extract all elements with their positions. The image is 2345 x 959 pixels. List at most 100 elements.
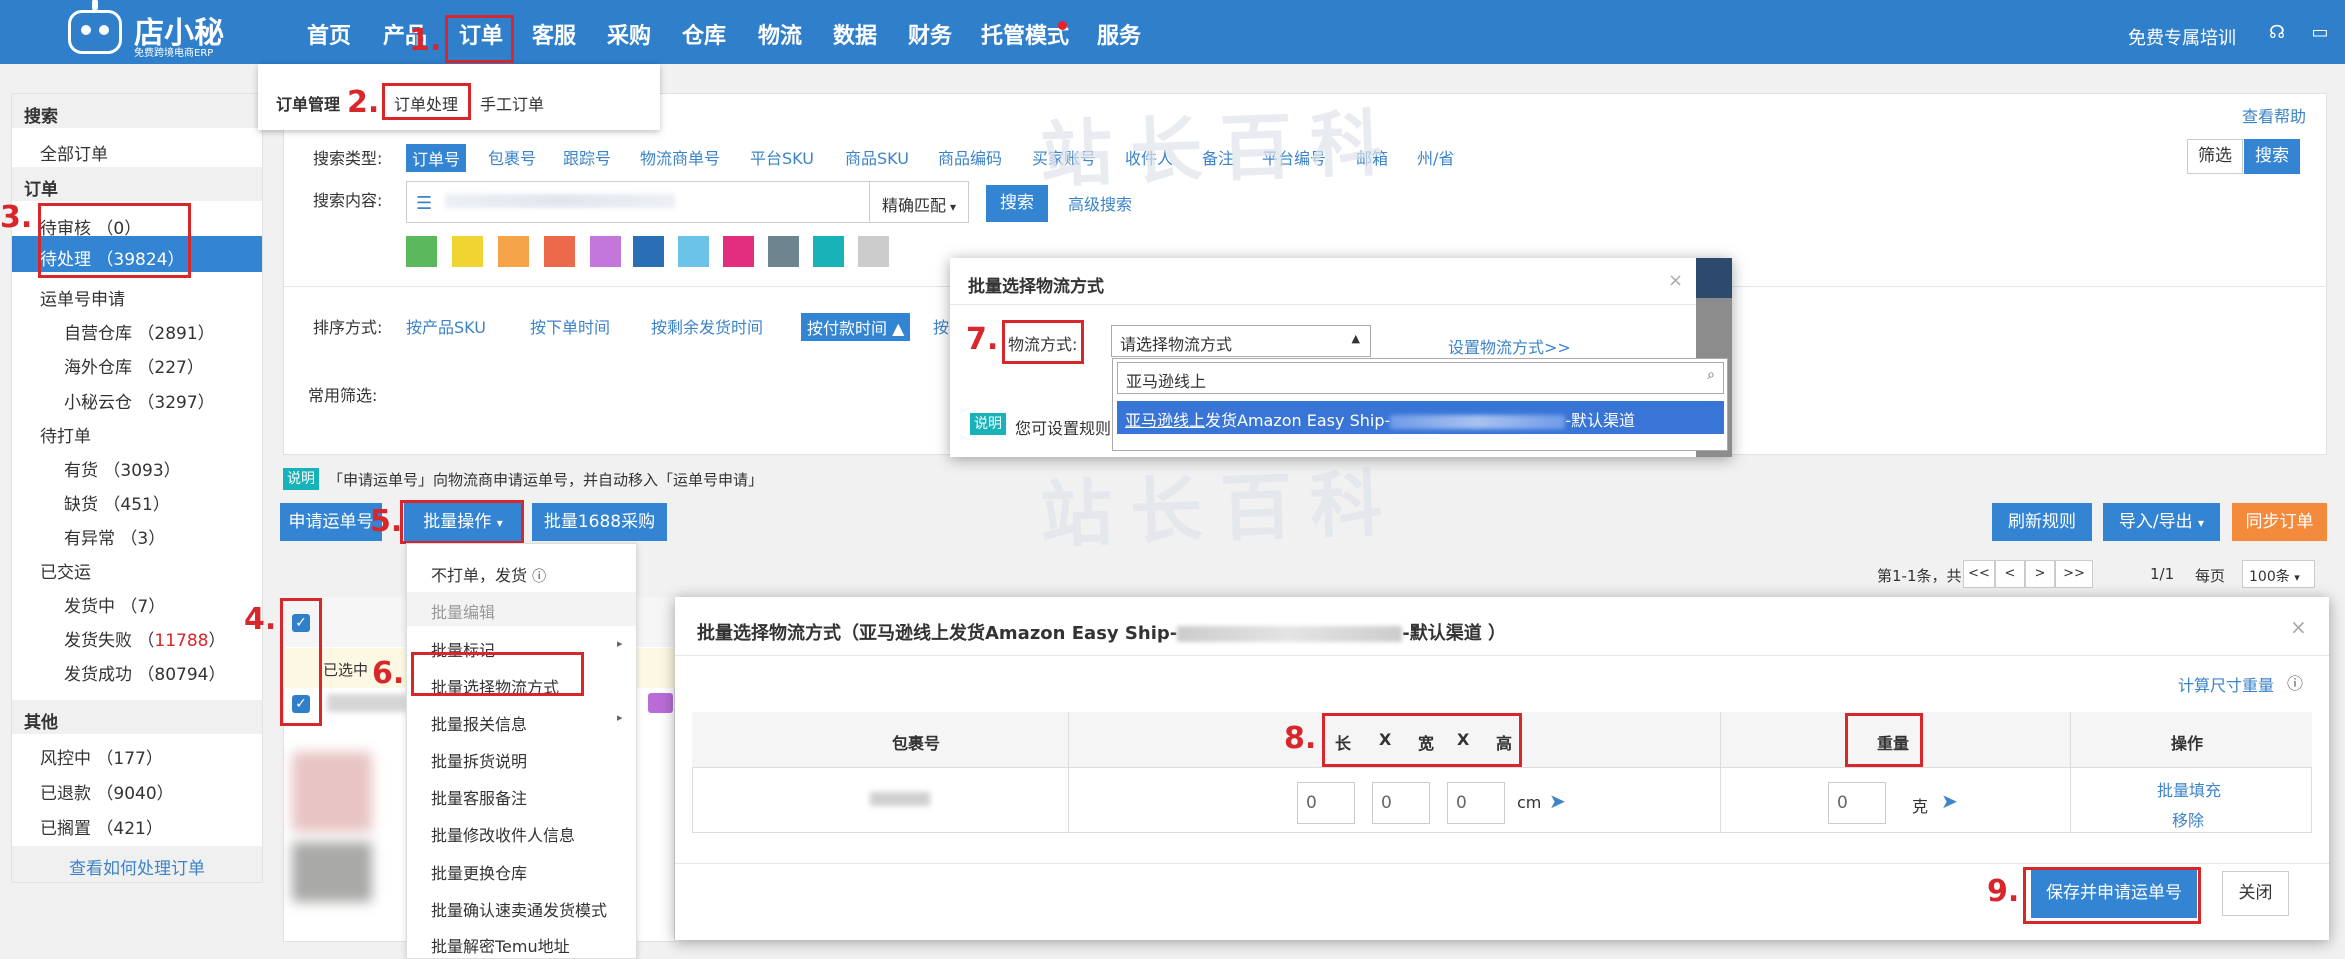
nav-services[interactable]: 服务 [1097,18,1141,50]
batch-1688-button[interactable]: 批量1688采购 [532,503,667,541]
search-type-order-no[interactable]: 订单号 [406,144,467,172]
menu-item-ship-no-print[interactable]: 不打单，发货 ⓘ [431,562,546,586]
sort-by-other[interactable]: 按 [933,314,949,338]
match-select[interactable]: 精确匹配 ▾ [869,181,969,223]
apply-tracking-button[interactable]: 申请运单号 [280,503,382,541]
menu-item-batch-aliexpress[interactable]: 批量确认速卖通发货模式 [431,897,607,921]
menu-item-batch-recipient[interactable]: 批量修改收件人信息 [431,822,575,846]
sort-by-remaining-time[interactable]: 按剩余发货时间 [651,314,763,338]
sidebar-item-to-print[interactable]: 待打单 [40,422,91,447]
calc-size-weight-link[interactable]: 计算尺寸重量 [2178,672,2274,696]
sort-by-pay-time[interactable]: 按付款时间 ▲ [801,313,911,341]
height-input[interactable]: 0 [1447,782,1505,824]
sidebar-item-shipped[interactable]: 已交运 [40,558,91,583]
menu-item-batch-split-note[interactable]: 批量拆货说明 [431,748,527,772]
sidebar-item-overseas-warehouse[interactable]: 海外仓库 （227） [64,353,204,378]
nav-purchase[interactable]: 采购 [607,18,651,50]
color-filter-light-blue[interactable] [678,236,709,267]
color-filter-purple[interactable] [590,236,621,267]
page-last-button[interactable]: >> [2055,560,2093,588]
sidebar-item-risk[interactable]: 风控中 （177） [40,744,163,769]
advanced-search-link[interactable]: 高级搜索 [1068,191,1132,215]
per-page-select[interactable]: 100条 ▾ [2242,560,2315,588]
sort-by-order-time[interactable]: 按下单时间 [530,314,610,338]
import-export-button[interactable]: 导入/导出 ▾ [2103,503,2220,541]
nav-home[interactable]: 首页 [307,18,351,50]
remove-link[interactable]: 移除 [2172,807,2204,831]
logistics-select[interactable]: 请选择物流方式 ▲ [1111,325,1371,357]
color-filter-red[interactable] [544,236,575,267]
menu-item-batch-cs-note[interactable]: 批量客服备注 [431,785,527,809]
color-filter-orange[interactable] [498,236,529,267]
search-type-product-code[interactable]: 商品编码 [938,145,1002,169]
color-filter-teal[interactable] [813,236,844,267]
search-type-carrier-no[interactable]: 物流商单号 [640,145,720,169]
search-toggle-button[interactable]: 搜索 [2244,139,2300,174]
batch-fill-link[interactable]: 批量填充 [2157,777,2221,801]
search-type-product-sku[interactable]: 商品SKU [845,145,909,169]
page-prev-button[interactable]: < [1995,560,2025,588]
menu-item-batch-temu[interactable]: 批量解密Temu地址 [431,933,570,957]
search-type-recipient[interactable]: 收件人 [1125,145,1173,169]
sidebar-item-own-warehouse[interactable]: 自营仓库 （2891） [64,319,215,344]
help-link[interactable]: 查看帮助 [2242,103,2306,127]
weight-input[interactable]: 0 [1828,782,1886,824]
close-icon[interactable]: × [1668,270,1683,291]
sidebar-help-link[interactable]: 查看如何处理订单 [12,846,262,882]
refresh-rules-button[interactable]: 刷新规则 [1992,503,2092,541]
close-button[interactable]: 关闭 [2222,871,2289,916]
page-first-button[interactable]: << [1963,560,1995,588]
book-icon[interactable]: ▭ [2309,22,2331,44]
search-type-buyer[interactable]: 买家账号 [1032,145,1096,169]
help-circle-icon[interactable]: ⓘ [2287,670,2303,694]
search-type-platform-sku[interactable]: 平台SKU [750,145,814,169]
sidebar-item-abnormal[interactable]: 有异常 （3） [64,524,165,549]
color-filter-gray[interactable] [858,236,889,267]
send-plane-icon[interactable]: ➤ [1549,789,1566,813]
nav-managed[interactable]: 托管模式 [981,18,1069,50]
color-filter-slate[interactable] [768,236,799,267]
sidebar-item-ship-failed[interactable]: 发货失败 （11788） [64,626,226,651]
sidebar-item-tracking-apply[interactable]: 运单号申请 [40,285,125,310]
search-type-tracking-no[interactable]: 跟踪号 [563,145,611,169]
sidebar-item-all-orders[interactable]: 全部订单 [40,140,108,165]
nav-service[interactable]: 客服 [532,18,576,50]
search-type-platform-id[interactable]: 平台编号 [1262,145,1326,169]
sidebar-item-ship-success[interactable]: 发货成功 （80794） [64,660,225,685]
sidebar-item-refunded[interactable]: 已退款 （9040） [40,779,174,804]
nav-logistics[interactable]: 物流 [758,18,802,50]
send-plane-icon[interactable]: ➤ [1941,789,1958,813]
sort-by-sku[interactable]: 按产品SKU [406,314,486,338]
sidebar-item-cloud-warehouse[interactable]: 小秘云仓 （3297） [64,388,215,413]
close-icon[interactable]: × [2290,615,2307,639]
free-training-link[interactable]: 免费专属培训 [2128,24,2236,50]
color-filter-yellow[interactable] [452,236,483,267]
app-logo[interactable]: 店小秘 免费跨境电商ERP [62,0,282,60]
nav-data[interactable]: 数据 [833,18,877,50]
search-type-remark[interactable]: 备注 [1202,145,1234,169]
color-filter-pink[interactable] [723,236,754,267]
sidebar-item-ignored[interactable]: 已搁置 （421） [40,814,163,839]
page-next-button[interactable]: > [2025,560,2055,588]
search-type-state[interactable]: 州/省 [1417,145,1454,169]
width-input[interactable]: 0 [1372,782,1430,824]
color-filter-blue[interactable] [633,236,664,267]
logistics-setting-link[interactable]: 设置物流方式>> [1448,334,1571,358]
length-input[interactable]: 0 [1297,782,1355,824]
menu-item-batch-customs[interactable]: 批量报关信息 [431,711,527,735]
sidebar-item-out-of-stock[interactable]: 缺货 （451） [64,490,170,515]
filter-button[interactable]: 筛选 [2187,139,2243,174]
logistics-option-amazon-easy-ship[interactable]: 亚马逊线上发货Amazon Easy Ship- -默认渠道 [1117,401,1724,434]
logistics-search-input[interactable]: 亚马逊线上 ⌕ [1117,362,1724,394]
sync-orders-button[interactable]: 同步订单 [2232,503,2327,541]
menu-item-batch-warehouse[interactable]: 批量更换仓库 [431,860,527,884]
search-type-email[interactable]: 邮箱 [1356,145,1388,169]
sidebar-item-shipping[interactable]: 发货中 （7） [64,592,165,617]
search-button[interactable]: 搜索 [986,185,1048,222]
nav-warehouse[interactable]: 仓库 [682,18,726,50]
search-type-package-no[interactable]: 包裹号 [488,145,536,169]
sidebar-item-in-stock[interactable]: 有货 （3093） [64,456,181,481]
nav-finance[interactable]: 财务 [908,18,952,50]
headset-icon[interactable]: ☊ [2266,22,2288,44]
color-filter-green[interactable] [406,236,437,267]
